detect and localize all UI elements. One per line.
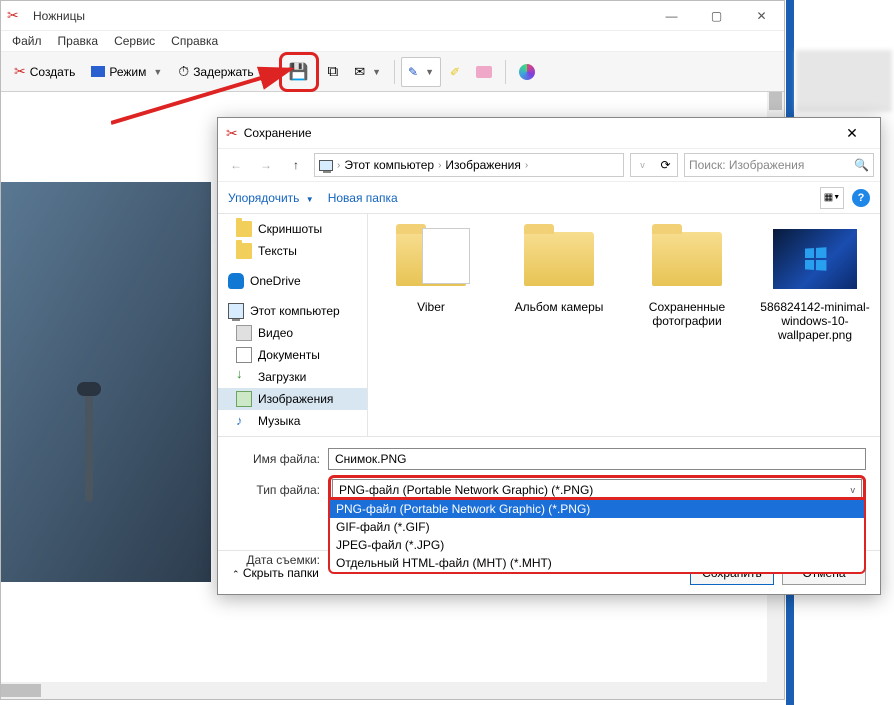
- hide-folders-toggle[interactable]: ⌃ Скрыть папки: [232, 566, 319, 580]
- mode-button[interactable]: Режим▼: [84, 57, 169, 87]
- mail-button[interactable]: ✉▼: [347, 57, 388, 87]
- eraser-button[interactable]: [469, 57, 499, 87]
- nav-forward-button[interactable]: →: [254, 153, 278, 177]
- horizontal-scrollbar[interactable]: [1, 682, 767, 699]
- form-area: Имя файла: Тип файла: PNG-файл (Portable…: [218, 436, 880, 567]
- copy-icon: ⧉: [328, 63, 339, 80]
- option-png[interactable]: PNG-файл (Portable Network Graphic) (*.P…: [330, 500, 864, 518]
- copy-button[interactable]: ⧉: [321, 57, 346, 87]
- eraser-icon: [476, 66, 492, 78]
- nav-back-button[interactable]: ←: [224, 153, 248, 177]
- filename-label: Имя файла:: [232, 452, 328, 466]
- mail-icon: ✉: [354, 64, 365, 80]
- dialog-body: Скриншоты Тексты OneDrive Этот компьютер…: [218, 214, 880, 436]
- option-gif[interactable]: GIF-файл (*.GIF): [330, 518, 864, 536]
- nav-tree: Скриншоты Тексты OneDrive Этот компьютер…: [218, 214, 368, 436]
- menu-help[interactable]: Справка: [164, 32, 225, 50]
- tree-thispc[interactable]: Этот компьютер: [218, 300, 367, 322]
- breadcrumb-folder[interactable]: Изображения: [445, 158, 520, 172]
- search-input[interactable]: Поиск: Изображения 🔍: [684, 153, 874, 177]
- paint3d-button[interactable]: [512, 57, 542, 87]
- breadcrumb-root[interactable]: Этот компьютер: [344, 158, 434, 172]
- menu-edit[interactable]: Правка: [51, 32, 106, 50]
- search-icon: 🔍: [854, 158, 869, 172]
- new-button[interactable]: ✂Создать: [7, 57, 82, 87]
- option-mht[interactable]: Отдельный HTML-файл (MHT) (*.MHT): [330, 554, 864, 572]
- tree-music[interactable]: ♪Музыка: [218, 410, 367, 432]
- pen-icon: ✎: [408, 65, 418, 79]
- titlebar: ✂ Ножницы — ▢ ✕: [1, 1, 784, 31]
- delay-button[interactable]: ⏱Задержать▼: [171, 57, 276, 87]
- organize-button[interactable]: Упорядочить ▼: [228, 191, 314, 205]
- pc-icon: [319, 160, 333, 171]
- search-placeholder: Поиск: Изображения: [689, 158, 804, 172]
- filetype-label: Тип файла:: [232, 483, 328, 497]
- filename-input[interactable]: [328, 448, 866, 470]
- dialog-icon: ✂: [226, 125, 238, 142]
- save-dialog: ✂ Сохранение ✕ ← → ↑ › Этот компьютер › …: [217, 117, 881, 595]
- dialog-close-button[interactable]: ✕: [832, 125, 872, 142]
- minimize-button[interactable]: —: [649, 1, 694, 31]
- highlighter-icon: ✐: [450, 65, 460, 79]
- file-wallpaper[interactable]: 586824142-minimal-windows-10-wallpaper.p…: [760, 224, 870, 426]
- tree-downloads[interactable]: Загрузки: [218, 366, 367, 388]
- help-button[interactable]: ?: [852, 189, 870, 207]
- menu-tools[interactable]: Сервис: [107, 32, 162, 50]
- breadcrumb-dropdown[interactable]: v: [630, 153, 654, 177]
- dialog-nav: ← → ↑ › Этот компьютер › Изображения › v…: [218, 148, 880, 182]
- filetype-dropdown: PNG-файл (Portable Network Graphic) (*.P…: [328, 497, 866, 574]
- tree-documents[interactable]: Документы: [218, 344, 367, 366]
- refresh-button[interactable]: ⟳: [654, 153, 678, 177]
- tree-screenshots[interactable]: Скриншоты: [218, 218, 367, 240]
- highlighter-button[interactable]: ✐: [443, 57, 467, 87]
- view-options-button[interactable]: ▦ ▼: [820, 187, 844, 209]
- file-viber[interactable]: Viber: [376, 224, 486, 426]
- save-icon: 💾: [289, 62, 309, 82]
- dialog-title: Сохранение: [244, 126, 312, 140]
- close-button[interactable]: ✕: [739, 1, 784, 31]
- file-list: Viber Альбом камеры Сохраненные фотограф…: [368, 214, 880, 436]
- captured-image: [1, 182, 211, 582]
- paint3d-icon: [519, 64, 535, 80]
- dialog-titlebar: ✂ Сохранение ✕: [218, 118, 880, 148]
- window-title: Ножницы: [33, 9, 85, 23]
- tree-texts[interactable]: Тексты: [218, 240, 367, 262]
- maximize-button[interactable]: ▢: [694, 1, 739, 31]
- new-folder-button[interactable]: Новая папка: [328, 191, 398, 205]
- menu-file[interactable]: Файл: [5, 32, 49, 50]
- tree-videos[interactable]: Видео: [218, 322, 367, 344]
- nav-up-button[interactable]: ↑: [284, 153, 308, 177]
- dialog-toolbar: Упорядочить ▼ Новая папка ▦ ▼ ?: [218, 182, 880, 214]
- app-icon: ✂: [7, 7, 27, 24]
- save-button-highlight: 💾: [279, 52, 319, 92]
- toolbar: ✂Создать Режим▼ ⏱Задержать▼ 💾 ⧉ ✉▼ ✎▼ ✐: [1, 52, 784, 92]
- option-jpg[interactable]: JPEG-файл (*.JPG): [330, 536, 864, 554]
- menubar: Файл Правка Сервис Справка: [1, 31, 784, 52]
- save-button[interactable]: 💾: [284, 57, 314, 87]
- file-saved-photos[interactable]: Сохраненные фотографии: [632, 224, 742, 426]
- tree-onedrive[interactable]: OneDrive: [218, 270, 367, 292]
- file-camera-album[interactable]: Альбом камеры: [504, 224, 614, 426]
- breadcrumb[interactable]: › Этот компьютер › Изображения ›: [314, 153, 624, 177]
- tree-pictures[interactable]: Изображения: [218, 388, 367, 410]
- pen-button[interactable]: ✎▼: [401, 57, 441, 87]
